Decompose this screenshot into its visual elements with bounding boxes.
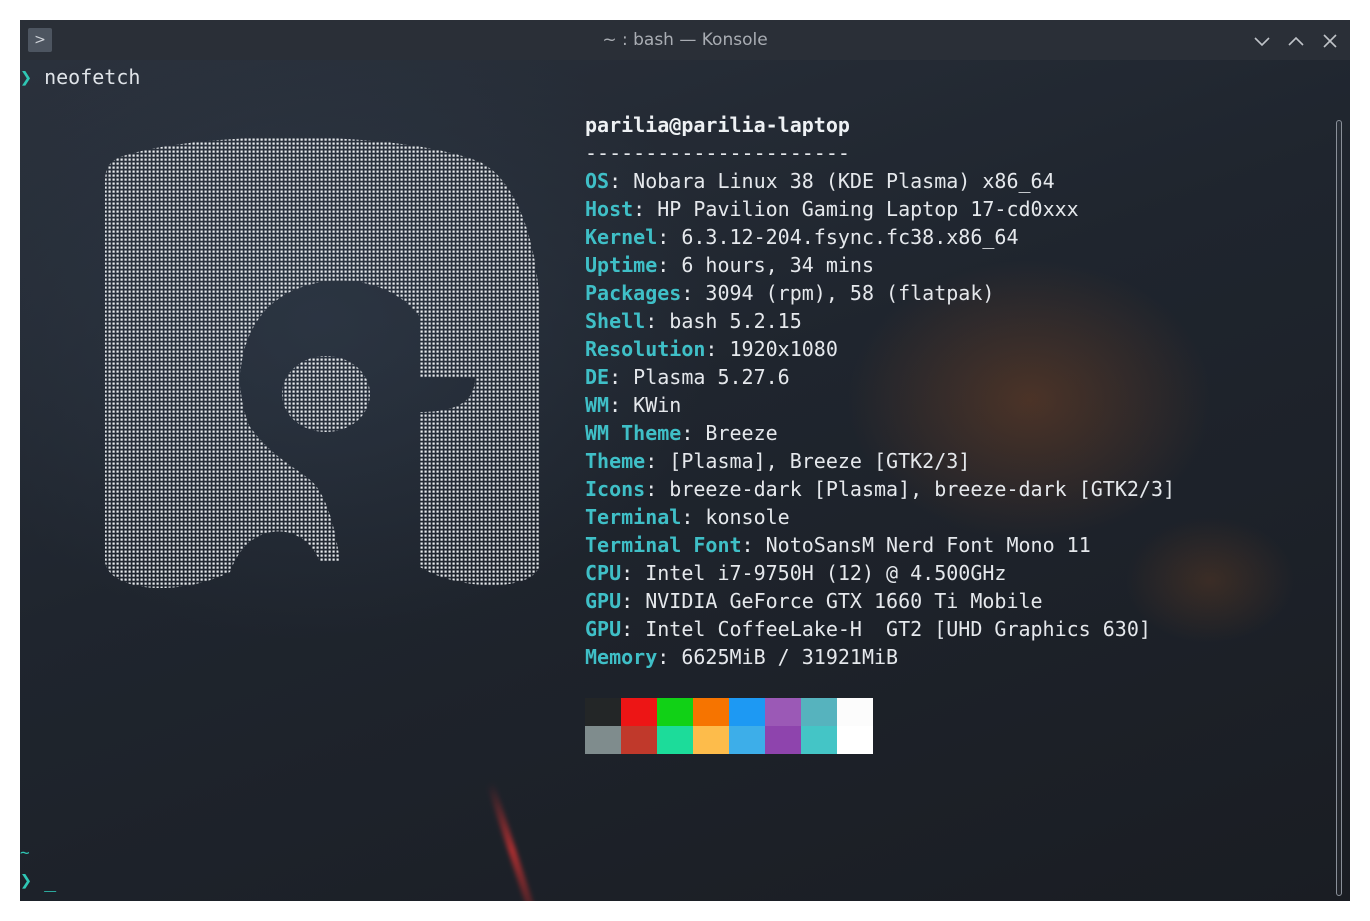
- info-row: Resolution: 1920x1080: [585, 335, 838, 363]
- info-key: Packages: [585, 281, 682, 305]
- info-value: : 6.3.12-204.fsync.fc38.x86_64: [657, 225, 1019, 249]
- info-key: Uptime: [585, 253, 658, 277]
- color-swatch: [765, 698, 801, 726]
- info-value: : konsole: [681, 505, 790, 529]
- info-row: OS: Nobara Linux 38 (KDE Plasma) x86_64: [585, 167, 1055, 195]
- info-row: Packages: 3094 (rpm), 58 (flatpak): [585, 279, 994, 307]
- info-key: OS: [585, 169, 610, 193]
- info-row: GPU: Intel CoffeeLake-H GT2 [UHD Graphic…: [585, 615, 1151, 643]
- color-swatch: [837, 698, 873, 726]
- info-key: Theme: [585, 449, 646, 473]
- info-key: Memory: [585, 645, 658, 669]
- info-value: : Nobara Linux 38 (KDE Plasma) x86_64: [609, 169, 1055, 193]
- color-swatch: [621, 726, 657, 754]
- user-host: parilia@parilia-laptop: [585, 113, 850, 137]
- window-title: ~ : bash — Konsole: [602, 30, 768, 50]
- info-key: Kernel: [585, 225, 658, 249]
- terminal-app-icon[interactable]: >: [28, 28, 52, 52]
- command-text: neofetch: [44, 65, 141, 89]
- color-swatch: [585, 726, 621, 754]
- info-row: WM Theme: Breeze: [585, 419, 778, 447]
- info-row: WM: KWin: [585, 391, 681, 419]
- info-row: Terminal Font: NotoSansM Nerd Font Mono …: [585, 531, 1091, 559]
- separator-line: ----------------------: [585, 141, 850, 165]
- info-value: : [Plasma], Breeze [GTK2/3]: [645, 449, 971, 473]
- tilde-line: ~: [20, 843, 30, 862]
- info-row: CPU: Intel i7-9750H (12) @ 4.500GHz: [585, 559, 1006, 587]
- info-key: WM Theme: [585, 421, 682, 445]
- info-row: DE: Plasma 5.27.6: [585, 363, 790, 391]
- info-key: Terminal Font: [585, 533, 742, 557]
- info-row: Shell: bash 5.2.15: [585, 307, 802, 335]
- color-swatch: [693, 698, 729, 726]
- info-row: GPU: NVIDIA GeForce GTX 1660 Ti Mobile: [585, 587, 1043, 615]
- chevron-up-icon: [1288, 36, 1304, 46]
- minimize-button[interactable]: [1249, 28, 1275, 54]
- prompt-symbol: ❯: [20, 65, 33, 89]
- info-value: : 6625MiB / 31921MiB: [657, 645, 899, 669]
- info-key: CPU: [585, 561, 622, 585]
- title-bar[interactable]: > ~ : bash — Konsole: [20, 20, 1350, 60]
- color-palette: [585, 698, 873, 754]
- info-value: : NotoSansM Nerd Font Mono 11: [741, 533, 1091, 557]
- info-value: : Intel CoffeeLake-H GT2 [UHD Graphics 6…: [621, 617, 1151, 641]
- info-row: Memory: 6625MiB / 31921MiB: [585, 643, 898, 671]
- info-value: : 1920x1080: [705, 337, 838, 361]
- info-value: : NVIDIA GeForce GTX 1660 Ti Mobile: [621, 589, 1043, 613]
- info-value: : bash 5.2.15: [645, 309, 802, 333]
- info-value: : breeze-dark [Plasma], breeze-dark [GTK…: [645, 477, 1176, 501]
- color-swatch: [765, 726, 801, 754]
- info-key: GPU: [585, 617, 622, 641]
- scrollbar[interactable]: [1336, 120, 1342, 896]
- text-cursor: _: [44, 868, 57, 892]
- chevron-down-icon: [1254, 37, 1270, 47]
- info-key: Shell: [585, 309, 646, 333]
- input-prompt-line[interactable]: ❯ _: [20, 866, 56, 894]
- info-row: Uptime: 6 hours, 34 mins: [585, 251, 874, 279]
- color-swatch: [657, 698, 693, 726]
- command-line: ❯ neofetch: [20, 63, 140, 91]
- info-key: Resolution: [585, 337, 706, 361]
- color-swatch: [837, 726, 873, 754]
- nobara-logo-icon: [80, 122, 560, 592]
- info-row: Icons: breeze-dark [Plasma], breeze-dark…: [585, 475, 1175, 503]
- info-key: DE: [585, 365, 610, 389]
- color-swatch: [729, 698, 765, 726]
- info-value: : 6 hours, 34 mins: [657, 253, 874, 277]
- close-button[interactable]: [1317, 28, 1343, 54]
- info-value: : HP Pavilion Gaming Laptop 17-cd0xxx: [633, 197, 1079, 221]
- color-swatch: [585, 698, 621, 726]
- color-swatch: [801, 726, 837, 754]
- color-swatch: [621, 698, 657, 726]
- info-row: Terminal: konsole: [585, 503, 790, 531]
- info-key: WM: [585, 393, 610, 417]
- info-row: Kernel: 6.3.12-204.fsync.fc38.x86_64: [585, 223, 1018, 251]
- color-swatch: [801, 698, 837, 726]
- info-row: Host: HP Pavilion Gaming Laptop 17-cd0xx…: [585, 195, 1079, 223]
- info-key: Host: [585, 197, 634, 221]
- close-icon: [1323, 34, 1337, 48]
- konsole-window: > ~ : bash — Konsole ❯ neofetch parilia@…: [20, 20, 1350, 901]
- color-swatch: [729, 726, 765, 754]
- terminal-area[interactable]: ❯ neofetch parilia@parilia-laptop ------…: [20, 60, 1350, 901]
- prompt-symbol: ❯: [20, 868, 33, 892]
- info-value: : 3094 (rpm), 58 (flatpak): [681, 281, 995, 305]
- color-swatch: [657, 726, 693, 754]
- info-value: : Intel i7-9750H (12) @ 4.500GHz: [621, 561, 1007, 585]
- info-row: Theme: [Plasma], Breeze [GTK2/3]: [585, 447, 970, 475]
- maximize-button[interactable]: [1283, 28, 1309, 54]
- info-key: Terminal: [585, 505, 682, 529]
- info-key: Icons: [585, 477, 646, 501]
- info-value: : KWin: [609, 393, 682, 417]
- info-value: : Plasma 5.27.6: [609, 365, 790, 389]
- info-key: GPU: [585, 589, 622, 613]
- info-value: : Breeze: [681, 421, 778, 445]
- color-swatch: [693, 726, 729, 754]
